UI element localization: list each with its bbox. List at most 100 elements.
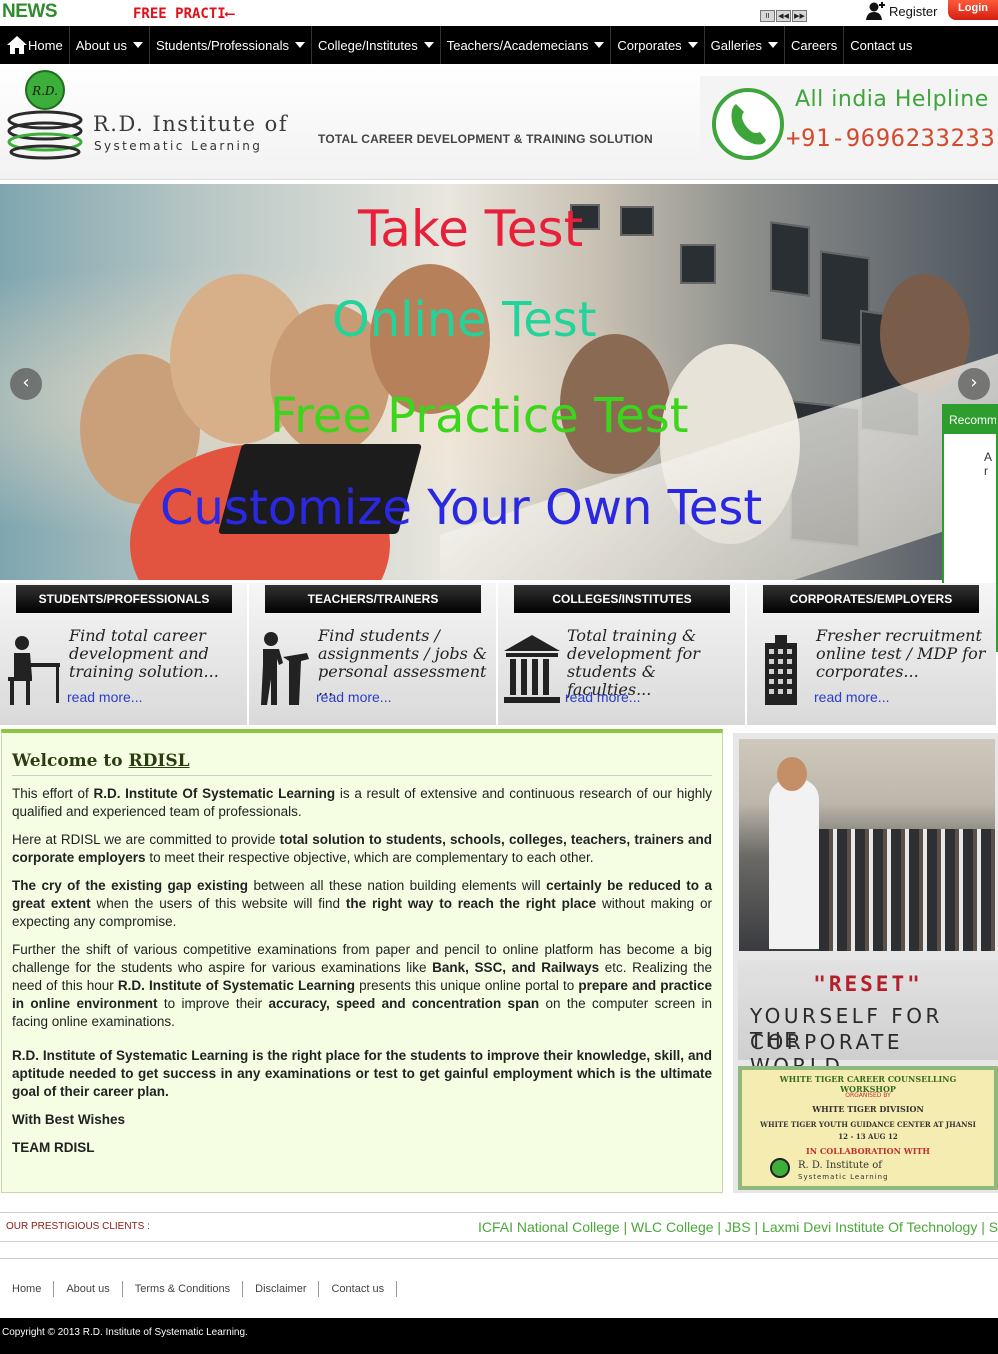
speaker-head bbox=[777, 757, 807, 791]
next-button[interactable]: ▶▶ bbox=[792, 10, 807, 22]
workshop-date: 12 - 13 AUG 12 bbox=[838, 1132, 898, 1141]
nav-home-label[interactable]: Home bbox=[28, 38, 63, 53]
category-colleges-title[interactable]: COLLEGES/INSTITUTES bbox=[514, 585, 730, 613]
teacher-podium-icon bbox=[261, 632, 309, 705]
text-run-bold: Bank, SSC, and Railways bbox=[432, 960, 600, 975]
welcome-signoff: TEAM RDISL bbox=[12, 1139, 712, 1157]
nav-contact-label[interactable]: Contact us bbox=[850, 38, 912, 53]
right-column: "RESET" YOURSELF FOR THE CORPORATE WORLD… bbox=[733, 733, 998, 1193]
category-corporates[interactable]: CORPORATES/EMPLOYERS Fresher recruitment… bbox=[747, 583, 996, 725]
text-run-bold: accuracy, speed and concentration span bbox=[268, 996, 540, 1011]
recommend-title[interactable]: Recommend bbox=[944, 406, 996, 434]
text-run-bold: The cry of the existing gap existing bbox=[12, 878, 249, 893]
workshop-logo-icon bbox=[770, 1158, 790, 1178]
news-ticker-text[interactable]: FREE PRACTI bbox=[133, 6, 226, 22]
register-link[interactable]: Register bbox=[865, 2, 937, 20]
seminar-photo[interactable] bbox=[739, 739, 995, 951]
welcome-section: Welcome to RDISL This effort of R.D. Ins… bbox=[1, 729, 723, 1193]
office-tower-icon bbox=[765, 635, 797, 705]
nav-careers-label[interactable]: Careers bbox=[791, 38, 837, 53]
welcome-paragraph: R.D. Institute of Systematic Learning is… bbox=[12, 1047, 712, 1101]
footer-link-terms[interactable]: Terms & Conditions bbox=[123, 1280, 244, 1297]
news-label: NEWS bbox=[2, 1, 58, 22]
category-colleges[interactable]: COLLEGES/INSTITUTES Total training & dev… bbox=[498, 583, 747, 725]
category-corporates-title[interactable]: CORPORATES/EMPLOYERS bbox=[763, 585, 979, 613]
logo-subtitle: Systematic Learning bbox=[94, 139, 263, 153]
text-run-bold: the right way to reach the right place bbox=[345, 896, 597, 911]
hero-slider[interactable]: Take Test Online Test Free Practice Test… bbox=[0, 184, 998, 580]
copyright: Copyright © 2013 R.D. Institute of Syste… bbox=[0, 1318, 998, 1354]
nav-teachers-label[interactable]: Teachers/Academecians bbox=[447, 38, 589, 53]
rd-logo-icon[interactable]: R.D. bbox=[6, 68, 84, 160]
welcome-signoff: With Best Wishes bbox=[12, 1111, 712, 1129]
reset-banner[interactable]: "RESET" YOURSELF FOR THE CORPORATE WORLD bbox=[738, 960, 998, 1078]
workshop-institute-2: Systematic Learning bbox=[798, 1173, 889, 1181]
welcome-paragraph: Here at RDISL we are committed to provid… bbox=[12, 831, 712, 867]
category-teachers[interactable]: TEACHERS/TRAINERS Find students / assign… bbox=[249, 583, 498, 725]
footer-link-contact-us[interactable]: Contact us bbox=[319, 1280, 398, 1297]
category-colleges-read-more[interactable]: read more... bbox=[565, 689, 640, 705]
workshop-title: WHITE TIGER CAREER COUNSELLING WORKSHOP bbox=[779, 1074, 957, 1094]
nav-galleries[interactable]: Galleries bbox=[705, 26, 785, 64]
banner-line-take-test: Take Test bbox=[358, 200, 584, 258]
nav-careers[interactable]: Careers bbox=[785, 26, 845, 64]
nav-galleries-label[interactable]: Galleries bbox=[711, 38, 762, 53]
category-corporates-read-more[interactable]: read more... bbox=[814, 689, 889, 705]
monitor-image bbox=[680, 244, 716, 284]
chevron-down-icon bbox=[767, 42, 778, 48]
slider-next-button[interactable]: › bbox=[958, 368, 990, 400]
banner-line-free-practice-test: Free Practice Test bbox=[270, 388, 689, 444]
signoff-team: TEAM RDISL bbox=[12, 1140, 95, 1155]
nav-corporates-label[interactable]: Corporates bbox=[617, 38, 681, 53]
welcome-body: This effort of R.D. Institute Of Systema… bbox=[12, 785, 712, 1167]
banner-line-online-test: Online Test bbox=[332, 292, 597, 348]
nav-students-professionals[interactable]: Students/Professionals bbox=[150, 26, 312, 64]
workshop-poster[interactable]: WHITE TIGER CAREER COUNSELLING WORKSHOP … bbox=[738, 1066, 998, 1190]
speaker-figure bbox=[769, 779, 819, 949]
nav-about-us[interactable]: About us bbox=[70, 26, 151, 64]
welcome-title-brand[interactable]: RDISL bbox=[129, 751, 190, 771]
login-button[interactable]: Login bbox=[948, 0, 998, 20]
ticker-arrow-icon: ⟵ bbox=[225, 6, 235, 22]
nav-contact-us[interactable]: Contact us bbox=[844, 26, 918, 64]
reset-title: "RESET" bbox=[813, 972, 923, 996]
pause-button[interactable]: II bbox=[760, 10, 775, 22]
nav-about-us-label[interactable]: About us bbox=[76, 38, 127, 53]
text-run: when the users of this website will find bbox=[90, 896, 346, 911]
recommend-body: A r bbox=[984, 450, 992, 478]
text-run-bold: R.D. Institute of Systematic Learning is… bbox=[12, 1048, 712, 1099]
category-students-read-more[interactable]: read more... bbox=[67, 689, 142, 705]
category-students-title[interactable]: STUDENTS/PROFESSIONALS bbox=[16, 585, 232, 613]
footer-link-home[interactable]: Home bbox=[0, 1280, 55, 1297]
nav-corporates[interactable]: Corporates bbox=[611, 26, 705, 64]
nav-home[interactable]: Home bbox=[0, 26, 70, 64]
previous-button[interactable]: ◀◀ bbox=[776, 10, 791, 22]
site-header: R.D. R.D. Institute of Systematic Learni… bbox=[0, 64, 998, 180]
signoff-line: With Best Wishes bbox=[12, 1112, 126, 1127]
chevron-down-icon bbox=[133, 42, 144, 48]
text-run: presents this unique online portal to bbox=[355, 978, 579, 993]
footer-link-disclaimer[interactable]: Disclaimer bbox=[243, 1280, 320, 1297]
category-teachers-read-more[interactable]: read more... bbox=[316, 689, 391, 705]
nav-college-label[interactable]: College/Institutes bbox=[318, 38, 418, 53]
category-teachers-title[interactable]: TEACHERS/TRAINERS bbox=[265, 585, 481, 613]
helpline-number[interactable]: +91-9696233233 bbox=[786, 124, 995, 152]
category-students[interactable]: STUDENTS/PROFESSIONALS Find total career… bbox=[0, 583, 249, 725]
text-run: Here at RDISL we are committed to provid… bbox=[12, 832, 280, 847]
welcome-paragraph: This effort of R.D. Institute Of Systema… bbox=[12, 785, 712, 821]
main-nav: Home About us Students/Professionals Col… bbox=[0, 26, 998, 64]
nav-students-label[interactable]: Students/Professionals bbox=[156, 38, 289, 53]
footer-link-about-us[interactable]: About us bbox=[54, 1280, 123, 1297]
workshop-org: ORGANISED BY bbox=[845, 1092, 891, 1099]
chevron-down-icon bbox=[594, 42, 605, 48]
welcome-paragraph: The cry of the existing gap existing bet… bbox=[12, 877, 712, 931]
register-label[interactable]: Register bbox=[889, 4, 937, 19]
news-ticker[interactable]: FREE PRACTI⟵ bbox=[133, 6, 234, 22]
chevron-down-icon bbox=[294, 42, 305, 48]
slider-prev-button[interactable]: ‹ bbox=[10, 368, 42, 400]
clients-marquee[interactable]: ICFAI National College | WLC College | J… bbox=[478, 1219, 998, 1235]
text-run: between all these nation building elemen… bbox=[248, 878, 547, 893]
nav-college-institutes[interactable]: College/Institutes bbox=[312, 26, 441, 64]
nav-teachers-academecians[interactable]: Teachers/Academecians bbox=[441, 26, 612, 64]
student-desk-icon bbox=[8, 636, 60, 705]
